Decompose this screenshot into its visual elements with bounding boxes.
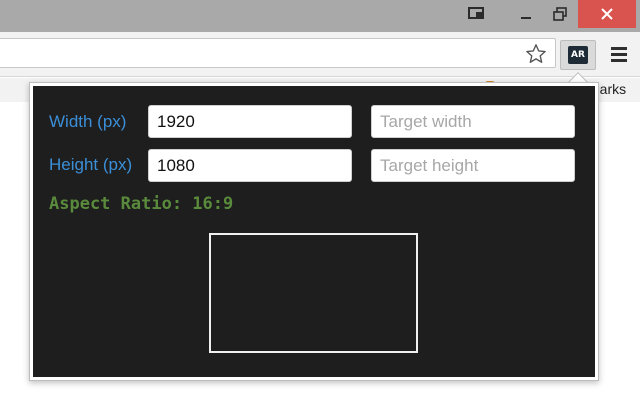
close-icon [601,8,613,20]
hamburger-menu-icon[interactable] [606,42,632,66]
target-height-input[interactable] [371,149,575,182]
extension-popup: Width (px) Height (px) Aspect Ratio: 16:… [29,82,599,381]
close-button[interactable] [578,0,636,28]
maximize-button[interactable] [540,0,580,28]
aspect-ratio-preview-box [209,233,418,353]
restore-icon [553,7,567,21]
minimize-icon [521,17,531,19]
aspect-ratio-readout: Aspect Ratio: 16:9 [49,194,234,214]
popup-panel: Width (px) Height (px) Aspect Ratio: 16:… [33,86,595,377]
height-input[interactable] [148,149,352,182]
star-icon[interactable] [522,42,550,66]
target-width-input[interactable] [371,105,575,138]
height-label: Height (px) [49,155,133,174]
cast-icon[interactable] [456,0,496,28]
address-bar[interactable] [0,38,556,68]
width-label: Width (px) [49,112,127,131]
extension-badge: AR [568,46,588,64]
aspect-ratio-extension-button[interactable]: AR [560,40,596,70]
width-input[interactable] [148,105,352,138]
window-titlebar [0,0,640,32]
browser-toolbar: AR [0,32,640,77]
